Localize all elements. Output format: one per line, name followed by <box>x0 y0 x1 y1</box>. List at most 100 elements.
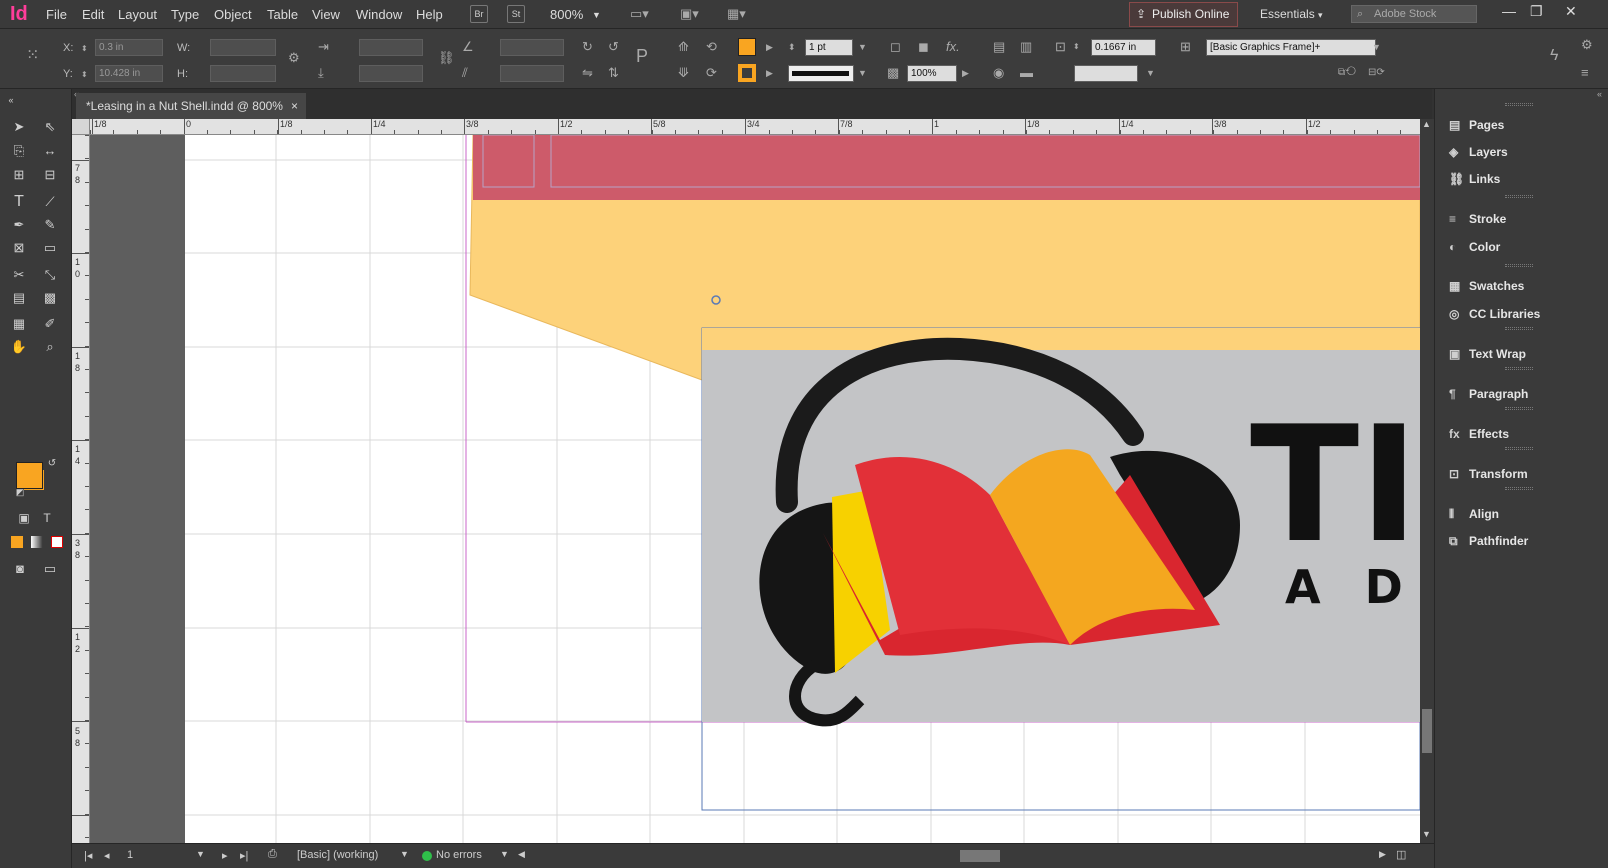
vertical-scroll-thumb[interactable] <box>1422 709 1432 753</box>
pencil-tool-icon[interactable]: ✎ <box>41 216 59 234</box>
swap-colors-icon[interactable]: ↺ <box>43 455 61 473</box>
menu-layout[interactable]: Layout <box>118 7 157 22</box>
vertical-ruler[interactable]: 7 8 1 0 1 8 1 4 3 8 1 2 5 8 <box>72 135 90 843</box>
formatting-container-icon[interactable]: ▣ <box>15 509 33 527</box>
quick-apply-icon[interactable]: ϟ <box>1550 48 1558 64</box>
publish-online-button[interactable]: ⇪ Publish Online <box>1129 2 1238 27</box>
last-page-icon[interactable]: ▸| <box>240 849 248 862</box>
fill-frame-icon[interactable]: ▬ <box>1020 66 1033 80</box>
stroke-weight-stepper-icon[interactable]: ⬍ <box>788 40 796 54</box>
page-dropdown-icon[interactable]: ▼ <box>196 849 205 859</box>
fitting-offset-field[interactable]: 0.1667 in <box>1091 39 1156 56</box>
panel-group-grip[interactable] <box>1505 327 1533 330</box>
apply-color-icon[interactable] <box>11 536 23 548</box>
style-sync-icon[interactable]: ⊟⟳ <box>1368 66 1385 80</box>
panel-group-grip[interactable] <box>1505 103 1533 106</box>
content-placer-icon[interactable]: ⊟ <box>41 166 59 184</box>
apply-gradient-icon[interactable] <box>31 536 43 548</box>
red-band[interactable] <box>473 135 1420 200</box>
line-tool-icon[interactable]: ⟋ <box>41 193 59 211</box>
height-field[interactable] <box>210 65 276 82</box>
shear-field[interactable] <box>500 65 564 82</box>
workspace-switcher[interactable]: Essentials ▾ <box>1260 7 1323 21</box>
restore-icon[interactable]: ❐ <box>1530 3 1543 20</box>
close-window-icon[interactable]: ✕ <box>1565 3 1577 20</box>
control-settings-icon[interactable]: ⚙ <box>1581 38 1593 52</box>
rotation-field[interactable] <box>500 39 564 56</box>
split-window-icon[interactable]: ◫ <box>1396 848 1406 861</box>
panel-swatches[interactable]: ▦ Swatches <box>1449 279 1524 293</box>
select-content-icon[interactable]: ⟲ <box>706 40 717 54</box>
vertical-scrollbar[interactable]: ▲ ▼ <box>1420 119 1434 843</box>
panel-pages[interactable]: ▤ Pages <box>1449 118 1504 132</box>
panel-layers[interactable]: ◈ Layers <box>1449 145 1508 159</box>
horizontal-ruler[interactable]: 1/8 0 1/8 1/4 3/8 1/2 5/8 3/4 7/8 1 1/8 1/4 3/8 1/2 <box>90 119 1420 135</box>
ruler-origin[interactable] <box>72 119 90 135</box>
bridge-button[interactable]: Br <box>470 5 488 23</box>
type-tool-icon[interactable]: T <box>10 193 28 211</box>
zoom-tool-icon[interactable]: ⌕ <box>41 338 59 356</box>
panel-group-grip[interactable] <box>1505 367 1533 370</box>
document-tab[interactable]: *Leasing in a Nut Shell.indd @ 800% × <box>76 93 306 121</box>
fit-frame-content-icon[interactable]: ▥ <box>1020 40 1032 54</box>
preflight-profile[interactable]: [Basic] (working) <box>297 849 378 861</box>
menu-type[interactable]: Type <box>171 7 199 22</box>
panel-group-grip[interactable] <box>1505 487 1533 490</box>
gap-tool-icon[interactable]: ↔ <box>41 142 59 160</box>
panel-transform[interactable]: ⊡ Transform <box>1449 467 1528 481</box>
fill-menu-icon[interactable]: ▶ <box>766 40 773 54</box>
menu-edit[interactable]: Edit <box>82 7 104 22</box>
fx-icon[interactable]: fx. <box>946 40 960 54</box>
auto-fit-icon[interactable]: ⊡ <box>1055 40 1066 54</box>
minimize-icon[interactable]: — <box>1502 3 1516 19</box>
adobe-stock-search[interactable]: ⌕ Adobe Stock <box>1351 5 1477 23</box>
stroke-weight-field[interactable]: 1 pt <box>805 39 853 56</box>
stroke-swatch[interactable] <box>738 64 756 82</box>
preflight-errors[interactable]: No errors <box>436 849 482 861</box>
eyedropper-tool-icon[interactable]: ✐ <box>41 315 59 333</box>
panel-effects[interactable]: fx Effects <box>1449 427 1509 441</box>
scale-x-field[interactable] <box>359 39 423 56</box>
clear-overrides-icon[interactable]: ⧉⟲ <box>1338 66 1356 80</box>
panel-stroke[interactable]: ≡ Stroke <box>1449 212 1506 226</box>
zoom-dropdown-icon[interactable]: ▼ <box>592 10 601 20</box>
default-colors-icon[interactable]: ◩ <box>11 483 29 501</box>
opacity-field[interactable]: 100% <box>907 65 957 82</box>
scale-y-field[interactable] <box>359 65 423 82</box>
fill-swatch[interactable] <box>738 38 756 56</box>
panel-group-grip[interactable] <box>1505 195 1533 198</box>
x-position-field[interactable]: 0.3 in <box>95 39 163 56</box>
page-tool-icon[interactable]: ⎘ <box>10 142 28 160</box>
first-page-icon[interactable]: |◂ <box>84 849 92 862</box>
scroll-left-icon[interactable]: ◀ <box>518 849 525 860</box>
pen-tool-icon[interactable]: ✒ <box>10 216 28 234</box>
scissors-tool-icon[interactable]: ✂ <box>10 266 28 284</box>
open-page-icon[interactable]: ⎙ <box>268 848 277 861</box>
constrain-scale-icon[interactable]: ⛓ <box>438 51 455 65</box>
next-page-icon[interactable]: ▸ <box>222 849 228 862</box>
select-previous-icon[interactable]: ⟱ <box>678 66 689 80</box>
offset-stepper-icon[interactable]: ⬍ <box>1073 40 1080 54</box>
stroke-type-dropdown-icon[interactable]: ▼ <box>858 66 867 80</box>
note-tool-icon[interactable]: ▦ <box>10 315 28 333</box>
panel-align[interactable]: ⫴ Align <box>1449 507 1499 522</box>
stock-button[interactable]: St <box>507 5 525 23</box>
x-stepper-icon[interactable]: ⬍ <box>81 42 88 56</box>
constrain-proportions-icon[interactable]: ⚙ <box>288 51 300 65</box>
menu-window[interactable]: Window <box>356 7 402 22</box>
menu-object[interactable]: Object <box>214 7 252 22</box>
stroke-style-dropdown-icon[interactable]: ▼ <box>1146 66 1155 80</box>
panel-group-grip[interactable] <box>1505 407 1533 410</box>
menu-table[interactable]: Table <box>267 7 298 22</box>
collapse-tools-icon[interactable]: « <box>2 91 20 109</box>
panel-group-grip[interactable] <box>1505 447 1533 450</box>
close-tab-icon[interactable]: × <box>291 93 298 119</box>
flip-horizontal-icon[interactable]: ⇋ <box>582 66 593 80</box>
hand-tool-icon[interactable]: ✋ <box>10 338 28 356</box>
free-transform-tool-icon[interactable]: ⤡ <box>41 266 59 284</box>
horizontal-scroll-thumb[interactable] <box>960 850 1000 862</box>
profile-dropdown-icon[interactable]: ▼ <box>400 849 409 859</box>
stroke-type-field[interactable] <box>788 65 854 82</box>
gradient-feather-tool-icon[interactable]: ▩ <box>41 289 59 307</box>
select-next-icon[interactable]: ⟳ <box>706 66 717 80</box>
